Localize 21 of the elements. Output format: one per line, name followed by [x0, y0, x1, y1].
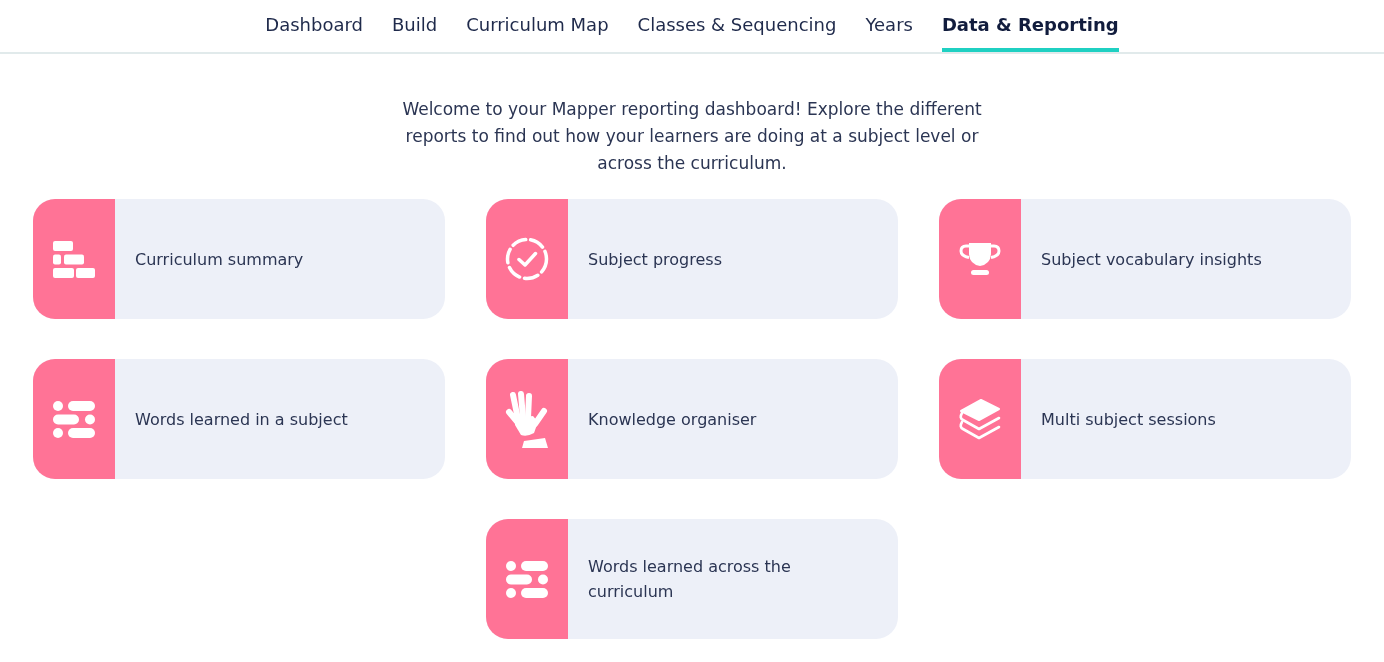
nav-tab[interactable]: Curriculum Map — [466, 0, 609, 52]
nav-tab[interactable]: Classes & Sequencing — [637, 0, 837, 52]
nav-tab[interactable]: Years — [865, 0, 913, 52]
list-icon — [506, 560, 548, 598]
report-card[interactable]: Words learned in a subject — [33, 359, 445, 479]
report-card[interactable]: Curriculum summary — [33, 199, 445, 319]
intro-text: Welcome to your Mapper reporting dashboard! Explore the different reports to find out how your learners are doing at a subject level or across the curriculum. — [401, 98, 983, 175]
hand-icon — [505, 390, 549, 448]
report-card[interactable]: Words learned across the curriculum — [486, 519, 898, 639]
bricks-icon — [53, 240, 95, 278]
trophy-icon — [959, 242, 1001, 276]
nav-tab[interactable]: Dashboard — [265, 0, 363, 52]
dashed-check-circle-icon — [505, 237, 549, 281]
report-card[interactable]: Subject vocabulary insights — [939, 199, 1351, 319]
nav-tab[interactable]: Build — [391, 0, 438, 52]
books-icon — [959, 398, 1001, 440]
list-icon — [53, 400, 95, 438]
nav-tab[interactable]: Data & Reporting — [941, 0, 1119, 52]
report-card[interactable]: Multi subject sessions — [939, 359, 1351, 479]
report-card[interactable]: Knowledge organiser — [486, 359, 898, 479]
report-card[interactable]: Subject progress — [486, 199, 898, 319]
